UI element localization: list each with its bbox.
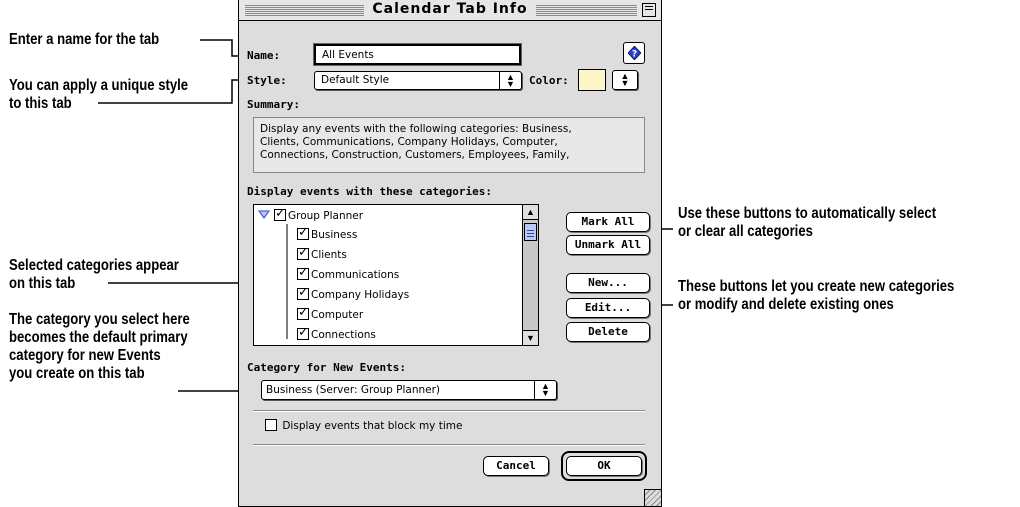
divider: [253, 410, 645, 412]
color-popup-button[interactable]: ▲ ▼: [612, 70, 638, 90]
callout-primary-line2: becomes the default primary: [9, 329, 188, 346]
divider: [253, 444, 645, 446]
window-title-wrap: Calendar Tab Info: [239, 1, 661, 17]
style-popup-value: Default Style: [321, 74, 390, 86]
category-checkbox[interactable]: [297, 284, 309, 302]
categories-list[interactable]: Group Planner Business Clients Communica…: [253, 204, 539, 346]
category-label: Connections: [311, 329, 376, 341]
category-label: Group Planner: [288, 210, 364, 222]
cancel-button[interactable]: Cancel: [483, 456, 549, 476]
name-field-value: All Events: [322, 49, 374, 61]
callout-selected-line1: Selected categories appear: [9, 257, 179, 274]
callout-style-line1: You can apply a unique style: [9, 77, 189, 94]
help-balloon-icon: ?: [628, 46, 641, 60]
list-item[interactable]: Group Planner: [258, 205, 364, 225]
scroll-down-arrow-icon[interactable]: ▼: [523, 330, 538, 345]
name-label: Name:: [247, 49, 281, 62]
up-down-arrows-icon: ▲ ▼: [534, 381, 556, 399]
category-label: Computer: [311, 309, 364, 321]
callout-selected-line2: on this tab: [9, 275, 76, 292]
summary-line: Display any events with the following ca…: [260, 123, 572, 135]
ok-button-default-ring: OK: [561, 451, 647, 481]
category-label: Clients: [311, 249, 347, 261]
summary-line: Clients, Communications, Company Holiday…: [260, 136, 558, 148]
window-title: Calendar Tab Info: [364, 1, 536, 17]
scroll-thumb[interactable]: [524, 223, 537, 241]
category-checkbox[interactable]: [274, 205, 286, 223]
category-checkbox[interactable]: [297, 244, 309, 262]
new-events-category-popup[interactable]: Business (Server: Group Planner) ▲ ▼: [261, 380, 557, 400]
color-swatch[interactable]: [578, 69, 606, 91]
category-label: Business: [311, 229, 358, 241]
category-checkbox[interactable]: [297, 324, 309, 342]
callout-name: Enter a name for the tab: [9, 31, 160, 48]
new-events-label: Category for New Events:: [247, 361, 406, 374]
callout-primary-line3: category for new Events: [9, 347, 161, 364]
style-label: Style:: [247, 74, 287, 87]
callout-primary-line1: The category you select here: [9, 311, 190, 328]
list-item[interactable]: Connections: [297, 324, 376, 344]
callout-style-line2: to this tab: [9, 95, 72, 112]
block-time-label: Display events that block my time: [282, 420, 463, 432]
summary-box: Display any events with the following ca…: [253, 117, 645, 173]
categories-label: Display events with these categories:: [247, 185, 493, 198]
callout-newedit-line2: or modify and delete existing ones: [678, 296, 894, 313]
category-checkbox[interactable]: [297, 264, 309, 282]
list-item[interactable]: Clients: [297, 244, 347, 264]
category-label: Communications: [311, 269, 400, 281]
help-button[interactable]: ?: [623, 42, 645, 64]
edit-category-button[interactable]: Edit...: [566, 298, 650, 318]
category-checkbox[interactable]: [297, 224, 309, 242]
callout-markall-line2: or clear all categories: [678, 223, 813, 240]
block-time-option[interactable]: Display events that block my time: [265, 417, 462, 435]
disclosure-triangle-open-icon[interactable]: [258, 210, 270, 220]
callout-markall-line1: Use these buttons to automatically selec…: [678, 205, 937, 222]
list-item[interactable]: Communications: [297, 264, 400, 284]
zoom-box-icon[interactable]: [642, 3, 656, 17]
mark-all-button[interactable]: Mark All: [566, 212, 650, 232]
calendar-tab-info-window: Calendar Tab Info Name: All Events ? Sty…: [238, 0, 662, 507]
list-item[interactable]: Computer: [297, 304, 364, 324]
name-field[interactable]: All Events: [314, 44, 521, 65]
up-down-arrows-icon: ▲ ▼: [499, 72, 521, 89]
style-popup[interactable]: Default Style ▲ ▼: [314, 71, 522, 90]
size-box-icon[interactable]: [644, 489, 661, 506]
delete-category-button[interactable]: Delete: [566, 322, 650, 342]
color-label: Color:: [529, 74, 569, 87]
category-label: Company Holidays: [311, 289, 410, 301]
summary-label: Summary:: [247, 98, 300, 111]
category-checkbox[interactable]: [297, 304, 309, 322]
categories-scrollbar[interactable]: ▲ ▼: [522, 205, 538, 345]
ok-button[interactable]: OK: [566, 456, 642, 476]
unmark-all-button[interactable]: Unmark All: [566, 235, 650, 255]
scroll-up-arrow-icon[interactable]: ▲: [523, 205, 538, 220]
title-bar[interactable]: Calendar Tab Info: [239, 0, 661, 21]
callout-newedit-line1: These buttons let you create new categor…: [678, 278, 955, 295]
list-item[interactable]: Business: [297, 224, 358, 244]
new-category-button[interactable]: New...: [566, 273, 650, 293]
callout-primary-line4: you create on this tab: [9, 365, 145, 382]
new-events-category-value: Business (Server: Group Planner): [266, 384, 441, 396]
list-item[interactable]: Company Holidays: [297, 284, 410, 304]
block-time-checkbox[interactable]: [265, 419, 277, 431]
svg-text:?: ?: [632, 50, 637, 60]
summary-line: Connections, Construction, Customers, Em…: [260, 149, 570, 161]
up-down-arrows-icon: ▲ ▼: [620, 71, 630, 88]
